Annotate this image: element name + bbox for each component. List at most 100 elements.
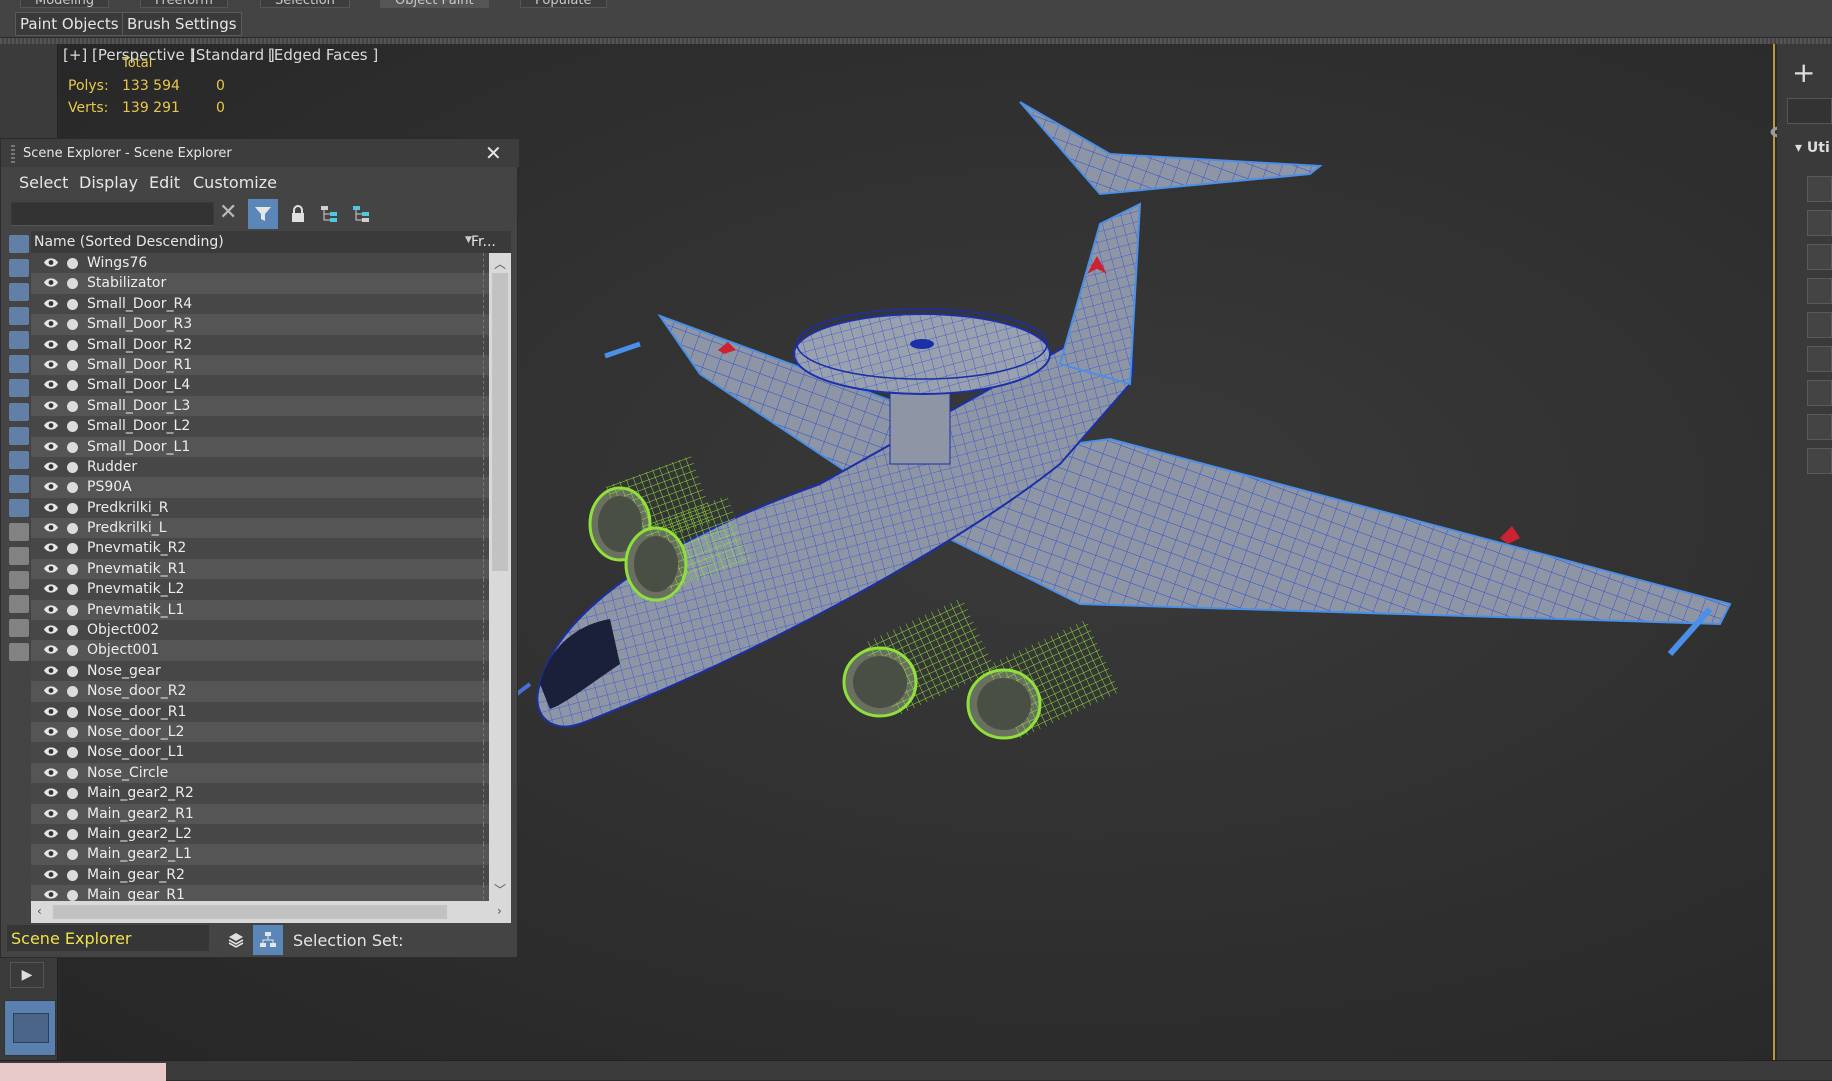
eye-icon[interactable] bbox=[43, 767, 59, 778]
list-item[interactable]: Small_Door_R2 bbox=[31, 334, 489, 355]
utility-button-6[interactable] bbox=[1807, 346, 1832, 372]
eye-icon[interactable] bbox=[43, 644, 59, 655]
menu-select[interactable]: Select bbox=[19, 173, 68, 192]
render-dot-icon[interactable] bbox=[67, 523, 78, 535]
viewport-layout-thumbnail[interactable] bbox=[4, 1000, 56, 1056]
render-dot-icon[interactable] bbox=[67, 604, 78, 616]
render-dot-icon[interactable] bbox=[67, 482, 78, 494]
utility-button-5[interactable] bbox=[1807, 312, 1832, 338]
play-icon[interactable]: ▶ bbox=[10, 962, 44, 988]
render-dot-icon[interactable] bbox=[67, 441, 78, 453]
utility-button-3[interactable] bbox=[1807, 244, 1832, 270]
display-none-icon[interactable] bbox=[9, 547, 29, 565]
layer-box-icon[interactable] bbox=[9, 643, 29, 661]
maxscript-listener-field[interactable] bbox=[0, 1063, 166, 1081]
cameras-filter-icon[interactable] bbox=[9, 307, 29, 325]
list-item[interactable]: Object002 bbox=[31, 620, 489, 641]
menu-customize[interactable]: Customize bbox=[193, 173, 277, 192]
eye-icon[interactable] bbox=[43, 848, 59, 859]
list-item[interactable]: Nose_door_R2 bbox=[31, 681, 489, 702]
layer-explorer-button[interactable] bbox=[221, 925, 251, 955]
create-panel-plus[interactable]: + bbox=[1792, 56, 1815, 89]
render-dot-icon[interactable] bbox=[67, 380, 78, 392]
render-dot-icon[interactable] bbox=[67, 400, 78, 412]
utility-button-9[interactable] bbox=[1807, 448, 1832, 474]
render-dot-icon[interactable] bbox=[67, 502, 78, 514]
list-item[interactable]: Predkrilki_L bbox=[31, 518, 489, 539]
eye-icon[interactable] bbox=[43, 624, 59, 635]
list-item[interactable]: PS90A bbox=[31, 477, 489, 498]
list-item[interactable]: Nose_gear bbox=[31, 660, 489, 682]
render-dot-icon[interactable] bbox=[67, 726, 78, 738]
utility-button-1[interactable] bbox=[1807, 176, 1832, 202]
helpers-filter-icon[interactable] bbox=[9, 331, 29, 349]
tab-modeling[interactable]: Modeling bbox=[20, 0, 110, 8]
tab-populate[interactable]: Populate bbox=[520, 0, 607, 8]
list-item[interactable]: Pnevmatik_L1 bbox=[31, 599, 489, 621]
horizontal-scrollbar[interactable]: ‹ › bbox=[31, 901, 511, 923]
list-item[interactable]: Nose_door_L1 bbox=[31, 742, 489, 763]
close-icon[interactable]: ✕ bbox=[485, 141, 502, 165]
render-dot-icon[interactable] bbox=[67, 706, 78, 718]
eye-icon[interactable] bbox=[43, 441, 59, 452]
list-item[interactable]: Small_Door_R4 bbox=[31, 293, 489, 315]
eye-icon[interactable] bbox=[43, 359, 59, 370]
render-dot-icon[interactable] bbox=[67, 828, 78, 840]
eye-icon[interactable] bbox=[43, 706, 59, 717]
display-all-icon[interactable] bbox=[9, 523, 29, 541]
eye-icon[interactable] bbox=[43, 298, 59, 309]
hierarchy-button[interactable] bbox=[315, 199, 345, 229]
tab-selection[interactable]: Selection bbox=[260, 0, 350, 8]
scroll-left-icon[interactable]: ‹ bbox=[37, 904, 42, 918]
invert-display-icon[interactable] bbox=[9, 571, 29, 589]
render-dot-icon[interactable] bbox=[67, 359, 78, 371]
render-dot-icon[interactable] bbox=[67, 747, 78, 759]
render-dot-icon[interactable] bbox=[67, 461, 78, 473]
scene-explorer-titlebar[interactable]: Scene Explorer - Scene Explorer ✕ bbox=[1, 139, 519, 167]
bones-filter-icon[interactable] bbox=[9, 427, 29, 445]
eye-icon[interactable] bbox=[43, 502, 59, 513]
render-dot-icon[interactable] bbox=[67, 767, 78, 779]
eye-icon[interactable] bbox=[43, 685, 59, 696]
frozen-column-header[interactable]: Fr... bbox=[471, 234, 496, 250]
lock-toggle-button[interactable] bbox=[283, 199, 313, 229]
tab-freeform[interactable]: Freeform bbox=[140, 0, 228, 8]
render-dot-icon[interactable] bbox=[67, 584, 78, 596]
render-dot-icon[interactable] bbox=[67, 278, 78, 290]
eye-icon[interactable] bbox=[43, 420, 59, 431]
filter-funnel-alt-icon[interactable] bbox=[9, 619, 29, 637]
list-item[interactable]: Main_gear2_R2 bbox=[31, 783, 489, 804]
render-dot-icon[interactable] bbox=[67, 788, 78, 800]
render-dot-icon[interactable] bbox=[67, 869, 78, 881]
list-item[interactable]: Small_Door_L2 bbox=[31, 416, 489, 437]
lights-filter-icon[interactable] bbox=[9, 283, 29, 301]
render-dot-icon[interactable] bbox=[67, 563, 78, 575]
list-item[interactable]: Wings76 bbox=[31, 253, 489, 274]
eye-icon[interactable] bbox=[43, 787, 59, 798]
eye-icon[interactable] bbox=[43, 828, 59, 839]
eye-icon[interactable] bbox=[43, 889, 59, 900]
name-column-header[interactable]: Name (Sorted Descending) bbox=[34, 234, 224, 250]
menu-display[interactable]: Display bbox=[79, 173, 138, 192]
menu-edit[interactable]: Edit bbox=[149, 173, 180, 192]
scroll-right-icon[interactable]: › bbox=[497, 904, 502, 918]
list-item[interactable]: Small_Door_L4 bbox=[31, 375, 489, 396]
column-header[interactable]: Name (Sorted Descending) ▼ Fr... bbox=[31, 231, 511, 253]
scroll-up-icon[interactable]: ︿ bbox=[494, 255, 506, 272]
render-dot-icon[interactable] bbox=[67, 645, 78, 657]
eye-icon[interactable] bbox=[43, 318, 59, 329]
list-item[interactable]: Small_Door_R1 bbox=[31, 354, 489, 376]
render-dot-icon[interactable] bbox=[67, 686, 78, 698]
list-item[interactable]: Small_Door_L3 bbox=[31, 395, 489, 417]
list-item[interactable]: Main_gear_R2 bbox=[31, 864, 489, 886]
utilities-rollout-label[interactable]: ▾ Uti bbox=[1795, 140, 1830, 156]
eye-icon[interactable] bbox=[43, 563, 59, 574]
titlebar-grip-icon[interactable] bbox=[11, 145, 15, 163]
eye-icon[interactable] bbox=[43, 481, 59, 492]
vertical-scrollbar[interactable]: ︿ ﹀ bbox=[489, 253, 511, 901]
render-dot-icon[interactable] bbox=[67, 543, 78, 555]
brush-settings-button[interactable]: Brush Settings bbox=[122, 12, 242, 36]
render-dot-icon[interactable] bbox=[67, 298, 78, 310]
horizontal-scroll-thumb[interactable] bbox=[53, 905, 447, 919]
list-item[interactable]: Nose_door_R1 bbox=[31, 701, 489, 722]
